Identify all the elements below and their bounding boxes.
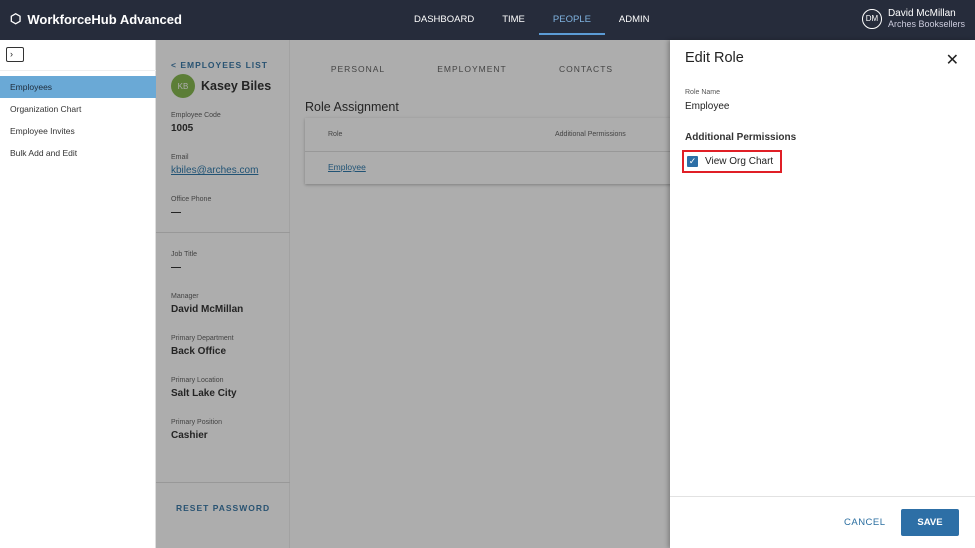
avatar: DM — [861, 8, 882, 29]
user-menu[interactable]: DM David McMillan Arches Booksellers — [861, 8, 965, 29]
brand[interactable]: ⬡ WorkforceHub Advanced — [10, 11, 182, 27]
close-icon[interactable]: ✕ — [946, 50, 959, 70]
sidebar-item-employees[interactable]: Employees — [0, 76, 156, 98]
nav-admin[interactable]: ADMIN — [605, 0, 664, 35]
view-org-chart-checkbox[interactable]: ✓ View Org Chart — [682, 150, 782, 173]
sidebar-toggle-icon[interactable]: › — [6, 47, 24, 62]
main-nav: DASHBOARD TIME PEOPLE ADMIN — [400, 0, 664, 40]
role-name-label: Role Name — [685, 89, 721, 96]
nav-dashboard[interactable]: DASHBOARD — [400, 0, 488, 35]
modal-backdrop[interactable] — [156, 40, 670, 548]
nav-people[interactable]: PEOPLE — [538, 0, 605, 35]
nav-time[interactable]: TIME — [488, 0, 539, 35]
cancel-button[interactable]: CANCEL — [844, 517, 886, 528]
logo-icon: ⬡ — [10, 11, 22, 26]
drawer-title: Edit Role — [685, 50, 744, 66]
edit-role-drawer: Edit Role ✕ Role Name Employee Additiona… — [670, 40, 975, 548]
top-bar: ⬡ WorkforceHub Advanced DASHBOARD TIME PE… — [0, 0, 975, 40]
app-title: WorkforceHub Advanced — [27, 11, 182, 27]
sidebar-item-org-chart[interactable]: Organization Chart — [0, 98, 156, 120]
sidebar-item-invites[interactable]: Employee Invites — [0, 120, 156, 142]
drawer-footer: CANCEL SAVE — [670, 496, 975, 548]
user-org: Arches Booksellers — [887, 19, 965, 29]
role-name-value: Employee — [685, 101, 730, 112]
checkbox-checked-icon: ✓ — [687, 156, 698, 167]
permissions-title: Additional Permissions — [685, 132, 797, 143]
save-button[interactable]: SAVE — [901, 509, 959, 536]
checkbox-label: View Org Chart — [705, 156, 774, 167]
sidebar: › Employees Organization Chart Employee … — [0, 40, 156, 548]
user-name: David McMillan — [887, 8, 956, 19]
sidebar-item-bulk[interactable]: Bulk Add and Edit — [0, 142, 156, 164]
